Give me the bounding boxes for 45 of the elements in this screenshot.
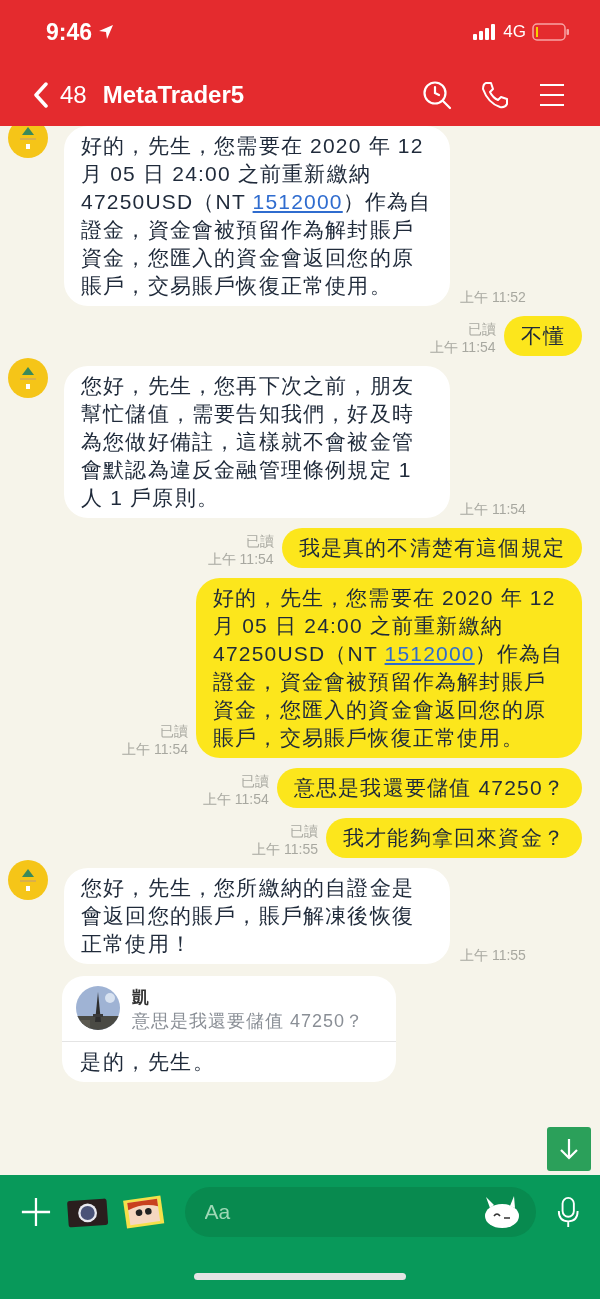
message-bubble: 您好，先生，您再下次之前，朋友幫忙儲值，需要告知我們，好及時為您做好備註，這樣就不會被金管會默認為違反金融管理條例規定 1 人 1 戶原則。	[64, 366, 450, 518]
avatar-icon	[8, 126, 48, 158]
read-receipt: 已讀	[240, 772, 269, 790]
message-time: 上午 11:55	[460, 946, 526, 964]
message-bubble: 不懂	[503, 316, 582, 356]
down-arrow-icon	[558, 1137, 580, 1161]
back-button[interactable]: 48	[34, 81, 87, 109]
signal-icon	[473, 24, 498, 40]
message-time: 上午 11:54	[122, 740, 188, 758]
battery-icon	[532, 23, 570, 41]
network-label: 4G	[503, 22, 526, 42]
phone-icon[interactable]	[480, 80, 510, 110]
message-bubble: 您好，先生，您所繳納的自證金是會返回您的賬戶，賬戶解凍後恢復正常使用！	[64, 868, 450, 964]
quoted-message: 意思是我還要儲值 47250？	[132, 1010, 365, 1033]
avatar-icon	[8, 860, 48, 900]
message-bubble: 我才能夠拿回來資金？	[326, 818, 582, 858]
read-receipt: 已讀	[467, 320, 496, 338]
message-bubble: 意思是我還要儲值 47250？	[276, 768, 582, 808]
clock-time: 9:46	[46, 18, 93, 46]
message-bubble: 好的，先生，您需要在 2020 年 12 月 05 日 24:00 之前重新繳納 47250USD（NT 1512000）作為自證金，資金會被預留作為解封賬戶資金，您匯入的資金會返回您的原賬戶，交易賬戶恢復正常使用。	[64, 126, 450, 306]
message-time: 上午 11:54	[202, 790, 269, 808]
read-receipt: 已讀	[160, 722, 188, 740]
message-time: 上午 11:52	[460, 288, 526, 306]
message-bubble: 我是真的不清楚有這個規定	[281, 528, 582, 568]
message-time: 上午 11:54	[460, 500, 526, 518]
message-text: 是的，先生。	[79, 1049, 216, 1075]
phone-number-link[interactable]: 1512000	[384, 642, 475, 665]
avatar-icon	[8, 358, 48, 398]
message-time: 上午 11:54	[207, 550, 274, 568]
scroll-down-button[interactable]	[547, 1127, 591, 1171]
message-input[interactable]: Aa	[184, 1187, 536, 1237]
message-time: 上午 11:54	[429, 338, 496, 356]
location-arrow-icon	[98, 24, 115, 40]
read-receipt: 已讀	[245, 532, 274, 550]
menu-icon[interactable]	[538, 82, 566, 108]
message-bubble: 好的，先生，您需要在 2020 年 12 月 05 日 24:00 之前重新繳納 47250USD（NT 1512000）作為自證金，資金會被預留作為解封賬戶資金，您匯入的資金會返回您的原賬戶，交易賬戶恢復正常使用。	[196, 578, 582, 758]
back-chevron-icon	[34, 82, 48, 108]
message-time: 上午 11:55	[252, 840, 318, 858]
read-receipt: 已讀	[290, 822, 318, 840]
plus-icon[interactable]	[20, 1195, 52, 1229]
search-icon[interactable]	[422, 80, 452, 110]
microphone-icon[interactable]	[555, 1195, 580, 1229]
chat-title: MetaTrader5	[102, 81, 246, 109]
phone-number-link[interactable]: 1512000	[252, 190, 343, 213]
quoted-sender-name: 凱	[132, 987, 150, 1009]
